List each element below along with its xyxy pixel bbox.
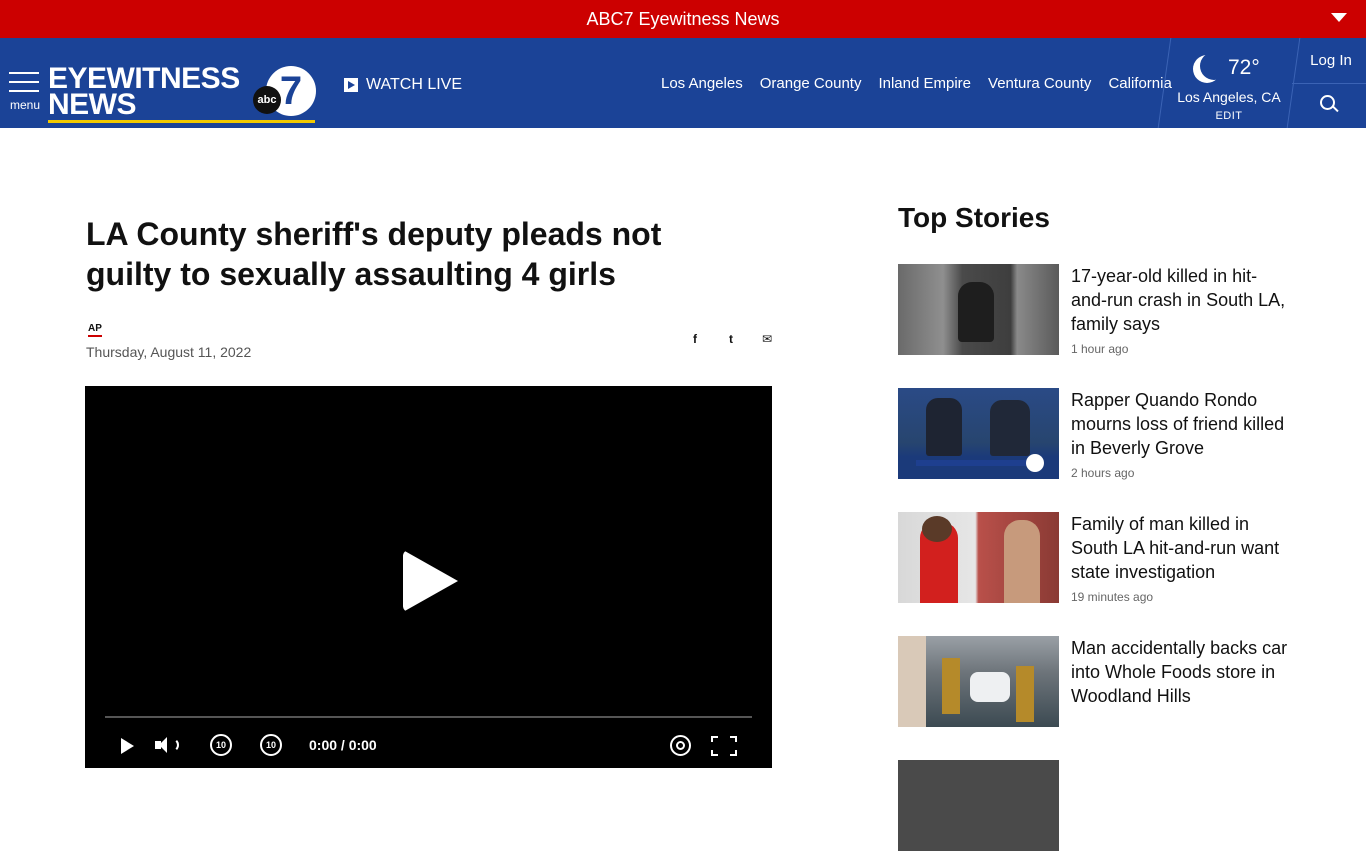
weather-widget[interactable]: 72° Los Angeles, CA EDIT xyxy=(1170,48,1288,128)
nav-link-los-angeles[interactable]: Los Angeles xyxy=(661,75,743,92)
volume-icon[interactable] xyxy=(155,736,181,756)
menu-label: menu xyxy=(10,98,41,112)
video-time: 0:00 / 0:00 xyxy=(309,737,377,753)
big-play-icon[interactable] xyxy=(403,550,458,612)
source-logo: AP xyxy=(88,323,102,337)
site-logo[interactable]: EYEWITNESS NEWS 7 abc xyxy=(48,62,318,124)
logo-underline xyxy=(48,120,315,123)
logo-text-line2: NEWS xyxy=(48,88,137,121)
email-share-icon[interactable]: ✉ xyxy=(760,332,774,346)
weather-temp: 72° xyxy=(1228,56,1260,79)
weather-location: Los Angeles, CA xyxy=(1177,89,1281,105)
chevron-down-icon[interactable] xyxy=(1331,13,1347,22)
story-thumbnail[interactable] xyxy=(898,388,1059,479)
story-item[interactable]: Rapper Quando Rondo mourns loss of frien… xyxy=(898,388,1298,480)
hamburger-icon xyxy=(9,72,39,74)
top-banner: ABC7 Eyewitness News xyxy=(0,0,1366,38)
story-item[interactable] xyxy=(898,760,1298,852)
nav-link-inland-empire[interactable]: Inland Empire xyxy=(878,75,971,92)
rewind-10-button[interactable]: 10 xyxy=(210,734,232,756)
story-thumbnail[interactable] xyxy=(898,512,1059,603)
forward-10-button[interactable]: 10 xyxy=(260,734,282,756)
header-divider xyxy=(1292,83,1366,84)
twitter-share-icon[interactable]: t xyxy=(724,332,738,346)
site-header: menu EYEWITNESS NEWS 7 abc WATCH LIVE Lo… xyxy=(0,38,1366,128)
nav-links: Los Angeles Orange County Inland Empire … xyxy=(661,75,1189,92)
facebook-share-icon[interactable]: f xyxy=(688,332,702,346)
abc-logo-icon: abc xyxy=(253,86,281,114)
moon-stars-icon xyxy=(1200,52,1228,80)
weather-edit-link[interactable]: EDIT xyxy=(1170,110,1288,122)
search-icon[interactable] xyxy=(1320,95,1340,115)
fullscreen-icon[interactable] xyxy=(711,736,737,756)
story-thumbnail[interactable] xyxy=(898,264,1059,355)
story-headline[interactable]: Rapper Quando Rondo mourns loss of frien… xyxy=(1071,388,1289,460)
top-stories-title: Top Stories xyxy=(898,202,1050,233)
play-icon xyxy=(344,78,358,92)
article-date: Thursday, August 11, 2022 xyxy=(86,344,252,360)
story-time: 1 hour ago xyxy=(1071,342,1129,356)
nav-link-ventura-county[interactable]: Ventura County xyxy=(988,75,1091,92)
video-player[interactable]: 10 10 0:00 / 0:00 xyxy=(85,386,772,768)
story-thumbnail[interactable] xyxy=(898,760,1059,851)
story-time: 19 minutes ago xyxy=(1071,590,1154,604)
gear-icon[interactable] xyxy=(670,735,691,756)
story-item[interactable]: Man accidentally backs car into Whole Fo… xyxy=(898,636,1298,728)
watch-live-label: WATCH LIVE xyxy=(366,76,463,93)
banner-title: ABC7 Eyewitness News xyxy=(586,9,780,29)
video-progress-bar[interactable] xyxy=(105,716,752,718)
story-thumbnail[interactable] xyxy=(898,636,1059,727)
play-button[interactable] xyxy=(121,738,134,754)
watch-live-link[interactable]: WATCH LIVE xyxy=(344,76,462,94)
story-item[interactable]: 17-year-old killed in hit-and-run crash … xyxy=(898,264,1298,356)
article-headline: LA County sheriff's deputy pleads not gu… xyxy=(86,216,662,292)
story-time: 2 hours ago xyxy=(1071,466,1135,480)
story-headline[interactable]: 17-year-old killed in hit-and-run crash … xyxy=(1071,264,1289,336)
menu-button[interactable]: menu xyxy=(8,72,40,114)
login-link[interactable]: Log In xyxy=(1296,52,1366,69)
story-item[interactable]: Family of man killed in South LA hit-and… xyxy=(898,512,1298,604)
nav-link-orange-county[interactable]: Orange County xyxy=(760,75,862,92)
story-headline[interactable]: Family of man killed in South LA hit-and… xyxy=(1071,512,1289,584)
story-headline[interactable]: Man accidentally backs car into Whole Fo… xyxy=(1071,636,1289,708)
